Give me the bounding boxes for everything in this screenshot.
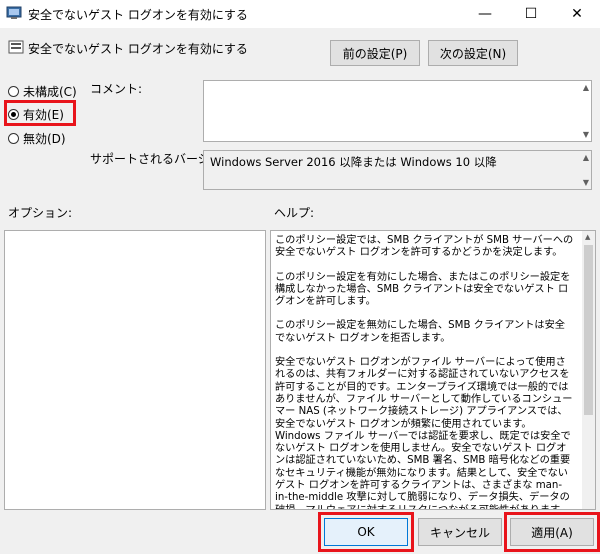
scroll-down-icon[interactable]: ▼	[583, 178, 589, 187]
close-button[interactable]: ✕	[554, 0, 600, 28]
comment-label: コメント:	[90, 82, 143, 96]
scroll-up-icon[interactable]: ▲	[585, 233, 590, 241]
options-label: オプション:	[8, 206, 73, 220]
radio-disabled[interactable]: 無効(D)	[8, 129, 66, 147]
policy-setting-icon	[8, 40, 24, 54]
scroll-up-icon[interactable]: ▲	[583, 153, 589, 162]
window-title: 安全でないゲスト ログオンを有効にする	[28, 8, 248, 22]
help-scrollbar[interactable]: ▲	[582, 231, 595, 509]
help-text: このポリシー設定では、SMB クライアントが SMB サーバーへの安全でないゲス…	[275, 235, 575, 509]
next-setting-button[interactable]: 次の設定(N)	[428, 40, 518, 66]
help-paragraph: このポリシー設定では、SMB クライアントが SMB サーバーへの安全でないゲス…	[275, 235, 574, 259]
scrollbar-thumb[interactable]	[584, 245, 593, 415]
help-paragraph: このポリシー設定を有効にした場合、またはこのポリシー設定を構成しなかった場合、S…	[275, 271, 571, 308]
help-paragraph: 安全でないゲスト ログオンがファイル サーバーによって使用されるのは、共有フォル…	[275, 357, 573, 509]
help-paragraph: このポリシー設定を無効にした場合、SMB クライアントは安全でないゲスト ログオ…	[275, 320, 565, 344]
policy-title: 安全でないゲスト ログオンを有効にする	[28, 42, 248, 56]
scroll-up-icon[interactable]: ▲	[583, 83, 589, 92]
radio-label: 未構成(C)	[23, 84, 77, 99]
cancel-button[interactable]: キャンセル	[418, 518, 502, 546]
minimize-button[interactable]: —	[462, 0, 508, 28]
radio-label: 無効(D)	[23, 131, 66, 146]
help-panel[interactable]: このポリシー設定では、SMB クライアントが SMB サーバーへの安全でないゲス…	[270, 230, 596, 510]
maximize-button[interactable]: ☐	[508, 0, 554, 28]
highlight-box-ok	[318, 512, 414, 552]
options-panel	[4, 230, 266, 510]
highlight-box-apply	[504, 512, 600, 552]
highlight-box-enabled	[4, 100, 76, 126]
supported-on-field: Windows Server 2016 以降または Windows 10 以降 …	[203, 150, 592, 190]
policy-app-icon	[6, 6, 22, 19]
comment-textarea[interactable]: ▲ ▼	[203, 80, 592, 142]
previous-setting-button[interactable]: 前の設定(P)	[330, 40, 420, 66]
supported-on-value: Windows Server 2016 以降または Windows 10 以降	[210, 155, 497, 169]
radio-indicator	[8, 132, 19, 144]
radio-not-configured[interactable]: 未構成(C)	[8, 82, 77, 100]
scroll-down-icon[interactable]: ▼	[583, 130, 589, 139]
radio-indicator	[8, 85, 19, 97]
help-label: ヘルプ:	[274, 206, 315, 220]
